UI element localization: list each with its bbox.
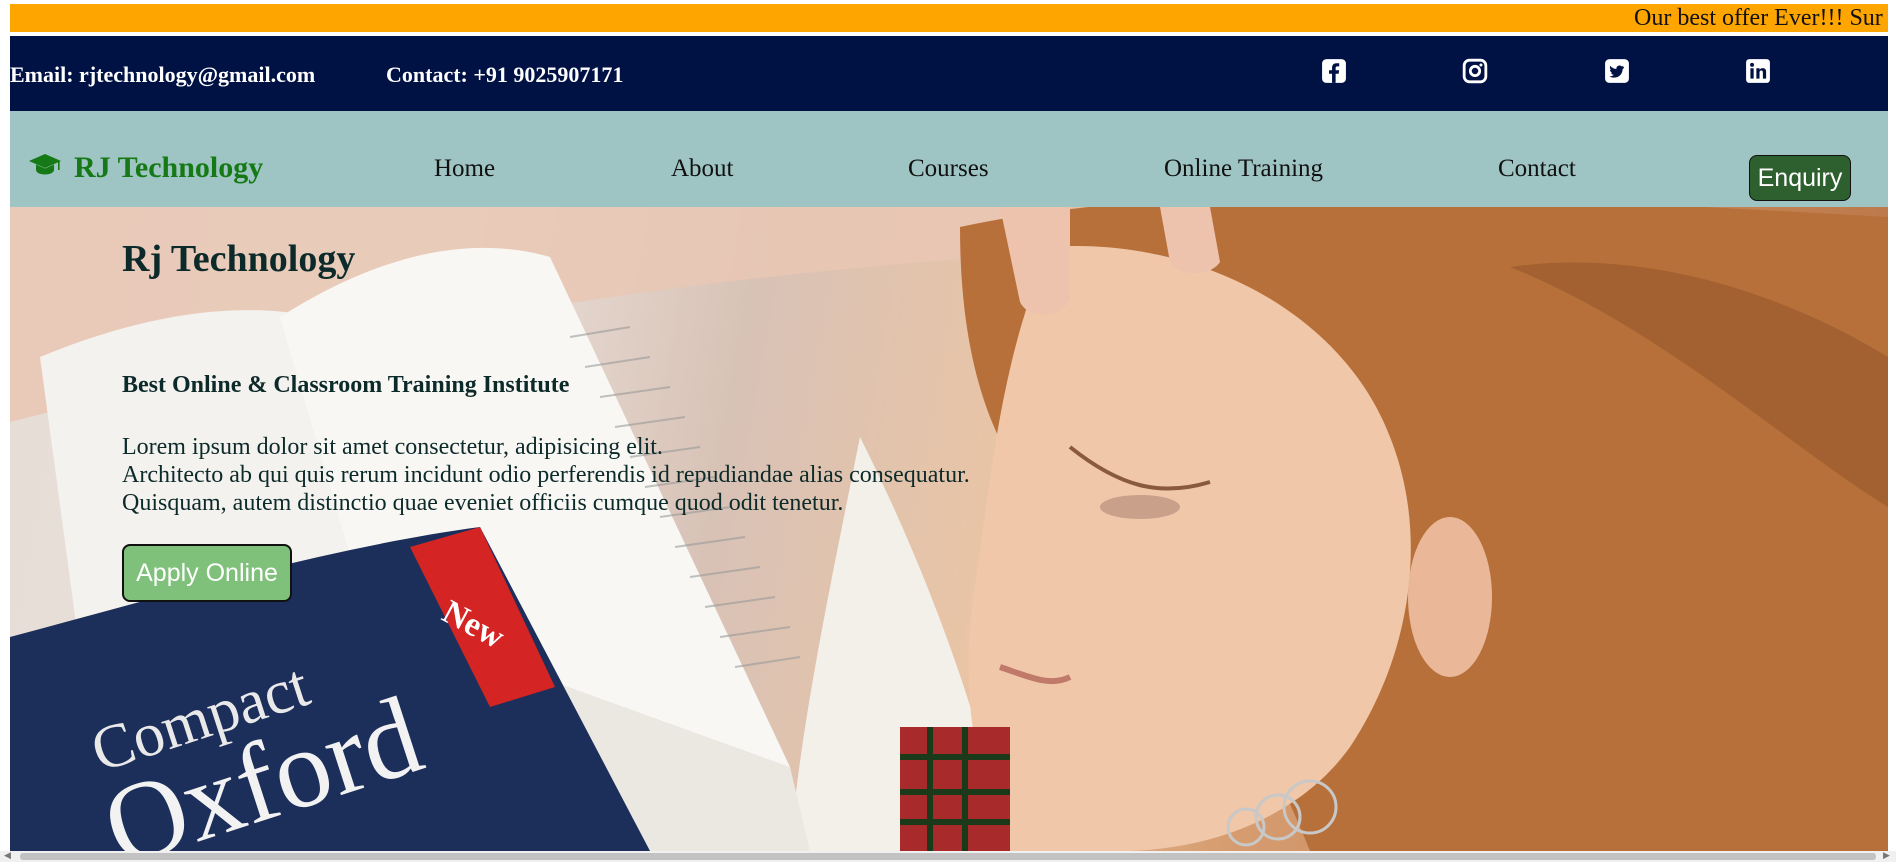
- nav-about[interactable]: About: [671, 155, 734, 183]
- hero-description-line: Quisquam, autem distinctio quae eveniet …: [122, 490, 844, 516]
- nav-contact[interactable]: Contact: [1498, 155, 1576, 183]
- linkedin-icon[interactable]: [1743, 56, 1773, 86]
- instagram-icon[interactable]: [1460, 56, 1490, 86]
- phone-text: Contact: +91 9025907171: [386, 62, 624, 87]
- hero-description: Lorem ipsum dolor sit amet consectetur, …: [122, 433, 970, 517]
- graduation-cap-icon: [28, 151, 74, 185]
- hero-title: Rj Technology: [122, 238, 356, 280]
- hero-banner: New Compact Oxford Rj Technology Best On…: [10, 207, 1888, 851]
- email-text: Email: rjtechnology@gmail.com: [10, 62, 316, 87]
- twitter-icon[interactable]: [1602, 56, 1632, 86]
- hero-description-line: Architecto ab qui quis rerum incidunt od…: [122, 462, 970, 488]
- hero-background-image: New Compact Oxford: [10, 207, 1888, 851]
- enquiry-button[interactable]: Enquiry: [1749, 155, 1851, 201]
- scroll-left-icon[interactable]: ◀: [4, 852, 11, 861]
- navbar: RJ Technology Home About Courses Online …: [10, 111, 1888, 207]
- nav-courses[interactable]: Courses: [908, 155, 989, 183]
- contact-bar: Email: rjtechnology@gmail.com Contact: +…: [10, 36, 1888, 111]
- horizontal-scrollbar[interactable]: ◀ ▶: [0, 851, 1896, 862]
- facebook-icon[interactable]: [1319, 56, 1349, 86]
- scrollbar-thumb[interactable]: [20, 853, 1876, 860]
- nav-home[interactable]: Home: [434, 155, 495, 183]
- scroll-right-icon[interactable]: ▶: [1883, 852, 1890, 861]
- apply-online-button[interactable]: Apply Online: [122, 544, 292, 602]
- brand-logo[interactable]: RJ Technology: [28, 151, 263, 185]
- offer-marquee: Our best offer Ever!!! Sur: [10, 4, 1888, 32]
- hero-description-line: Lorem ipsum dolor sit amet consectetur, …: [122, 434, 663, 460]
- brand-name: RJ Technology: [74, 151, 264, 184]
- offer-text: Our best offer Ever!!! Sur: [1634, 5, 1883, 31]
- nav-online-training[interactable]: Online Training: [1164, 155, 1323, 183]
- hero-subtitle: Best Online & Classroom Training Institu…: [122, 372, 570, 398]
